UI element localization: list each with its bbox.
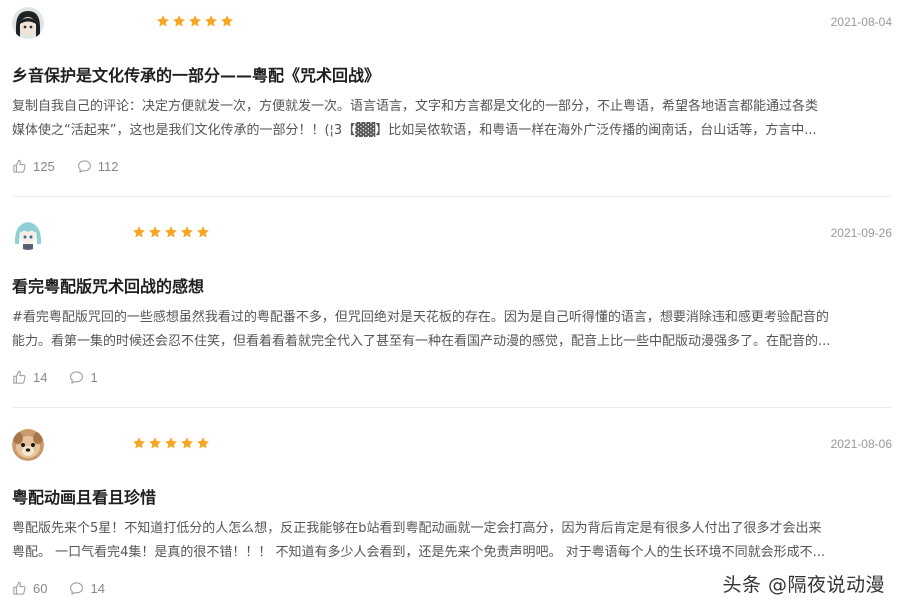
review-date: 2021-08-06 xyxy=(830,437,892,451)
review-card: 2021-08-04 乡音保护是文化传承的一部分——粤配《咒术回战》 复制自我自… xyxy=(0,0,903,197)
review-date: 2021-08-04 xyxy=(830,15,892,29)
like-button[interactable]: 14 xyxy=(12,370,47,385)
star-icon xyxy=(133,437,145,449)
watermark: 头条 @隔夜说动漫 xyxy=(722,574,885,596)
like-button[interactable]: 125 xyxy=(12,159,55,174)
review-actions: 14 1 xyxy=(12,370,120,385)
comment-button[interactable]: 1 xyxy=(69,370,98,385)
review-body-line: 粤配版先来个5星！不知道打低分的人怎么想，反正我能够在b站看到粤配动画就一定会打… xyxy=(12,521,822,536)
star-icon xyxy=(149,437,161,449)
comment-icon xyxy=(77,160,91,173)
rating-stars xyxy=(132,436,210,450)
review-actions: 60 14 xyxy=(12,581,127,596)
divider xyxy=(12,407,892,408)
thumbs-up-icon xyxy=(13,581,26,595)
like-count: 60 xyxy=(33,581,48,596)
star-icon xyxy=(157,15,169,27)
comment-count: 112 xyxy=(97,159,119,174)
star-icon xyxy=(181,437,193,449)
like-count: 125 xyxy=(33,159,55,174)
comment-icon xyxy=(70,371,84,384)
star-icon xyxy=(197,437,209,449)
review-title[interactable]: 乡音保护是文化传承的一部分——粤配《咒术回战》 xyxy=(12,62,380,86)
star-icon xyxy=(173,15,185,27)
star-icon xyxy=(165,226,177,238)
review-body-line: 媒体使之“活起来”，这也是我们文化传承的一部分！！(¦3【▓▓】比如吴侬软语，和… xyxy=(12,123,817,138)
comment-button[interactable]: 112 xyxy=(77,159,119,174)
review-body[interactable]: 复制自我自己的评论：决定方便就发一次，方便就发一次。语言语言，文字和方言都是文化… xyxy=(12,95,892,143)
star-icon xyxy=(221,15,233,27)
user-avatar[interactable] xyxy=(12,7,44,39)
comment-button[interactable]: 14 xyxy=(69,581,105,596)
star-icon xyxy=(165,437,177,449)
comment-icon xyxy=(70,582,84,595)
star-icon xyxy=(189,15,201,27)
review-body[interactable]: #看完粤配版咒回的一些感想虽然我看过的粤配番不多，但咒回绝对是天花板的存在。因为… xyxy=(12,306,892,354)
review-title[interactable]: 粤配动画且看且珍惜 xyxy=(12,484,156,508)
review-date: 2021-09-26 xyxy=(830,226,892,240)
star-icon xyxy=(197,226,209,238)
review-title[interactable]: 看完粤配版咒术回战的感想 xyxy=(12,273,204,297)
review-body-line: 能力。看第一集的时候还会忍不住笑，但看着看着就完全代入了甚至有一种在看国产动漫的… xyxy=(12,334,831,349)
star-icon xyxy=(205,15,217,27)
divider xyxy=(12,196,892,197)
review-actions: 125 112 xyxy=(12,159,140,174)
review-body-line: 粤配。 一口气看完4集！是真的很不错！！！ 不知道有多少人会看到，还是先来个免责… xyxy=(12,545,826,560)
star-icon xyxy=(133,226,145,238)
thumbs-up-icon xyxy=(13,370,26,384)
rating-stars xyxy=(156,14,234,28)
review-body-line: 复制自我自己的评论：决定方便就发一次，方便就发一次。语言语言，文字和方言都是文化… xyxy=(12,99,819,114)
user-avatar[interactable] xyxy=(12,429,44,461)
review-body[interactable]: 粤配版先来个5星！不知道打低分的人怎么想，反正我能够在b站看到粤配动画就一定会打… xyxy=(12,517,892,565)
user-avatar[interactable] xyxy=(12,218,44,250)
thumbs-up-icon xyxy=(13,159,26,173)
star-icon xyxy=(181,226,193,238)
comment-count: 14 xyxy=(90,581,105,596)
comment-count: 1 xyxy=(90,370,98,385)
star-icon xyxy=(149,226,161,238)
review-body-line: #看完粤配版咒回的一些感想虽然我看过的粤配番不多，但咒回绝对是天花板的存在。因为… xyxy=(12,310,829,325)
rating-stars xyxy=(132,225,210,239)
like-button[interactable]: 60 xyxy=(12,581,47,596)
like-count: 14 xyxy=(33,370,48,385)
review-list: 2021-08-04 乡音保护是文化传承的一部分——粤配《咒术回战》 复制自我自… xyxy=(0,0,903,611)
review-card: 2021-09-26 看完粤配版咒术回战的感想 #看完粤配版咒回的一些感想虽然我… xyxy=(0,211,903,408)
